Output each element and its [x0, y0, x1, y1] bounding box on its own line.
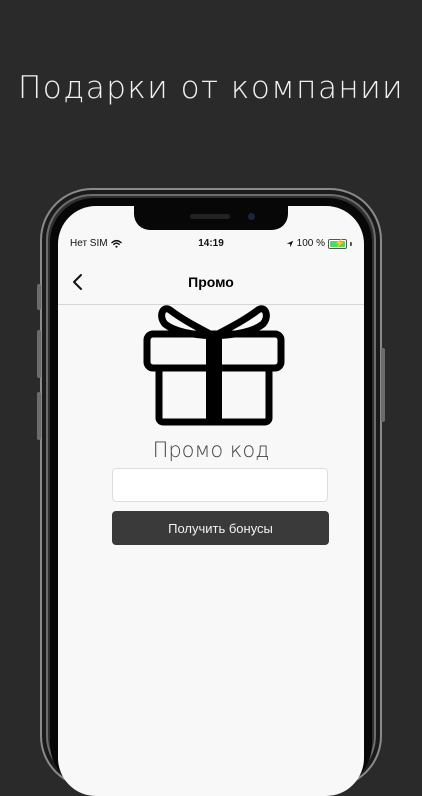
location-arrow-icon — [286, 240, 293, 247]
status-bar: Нет SIM 14:19 100 % ⚡ — [58, 236, 364, 252]
battery-icon: ⚡ — [328, 238, 347, 249]
screen: Нет SIM 14:19 100 % ⚡ Промо Промо код По… — [58, 206, 364, 796]
nav-bar: Промо — [58, 260, 364, 305]
camera — [248, 213, 255, 220]
battery-tip — [350, 241, 352, 246]
page-title: Промо — [188, 274, 234, 290]
volume-down-button — [37, 392, 41, 440]
get-bonuses-button[interactable]: Получить бонусы — [112, 511, 329, 545]
volume-up-button — [37, 330, 41, 378]
battery-percent: 100 % — [296, 238, 325, 249]
mute-switch — [37, 284, 41, 310]
promo-code-label: Промо код — [152, 438, 270, 462]
speaker — [190, 214, 230, 219]
phone-frame: Нет SIM 14:19 100 % ⚡ Промо Промо код По… — [37, 188, 385, 796]
status-right: 100 % ⚡ — [286, 238, 352, 249]
promo-code-input[interactable] — [112, 468, 328, 502]
notch — [134, 206, 288, 230]
power-button — [381, 348, 385, 422]
headline: Подарки от компании — [17, 70, 405, 106]
bezel: Нет SIM 14:19 100 % ⚡ Промо Промо код По… — [50, 198, 372, 796]
gift-icon — [143, 305, 285, 426]
